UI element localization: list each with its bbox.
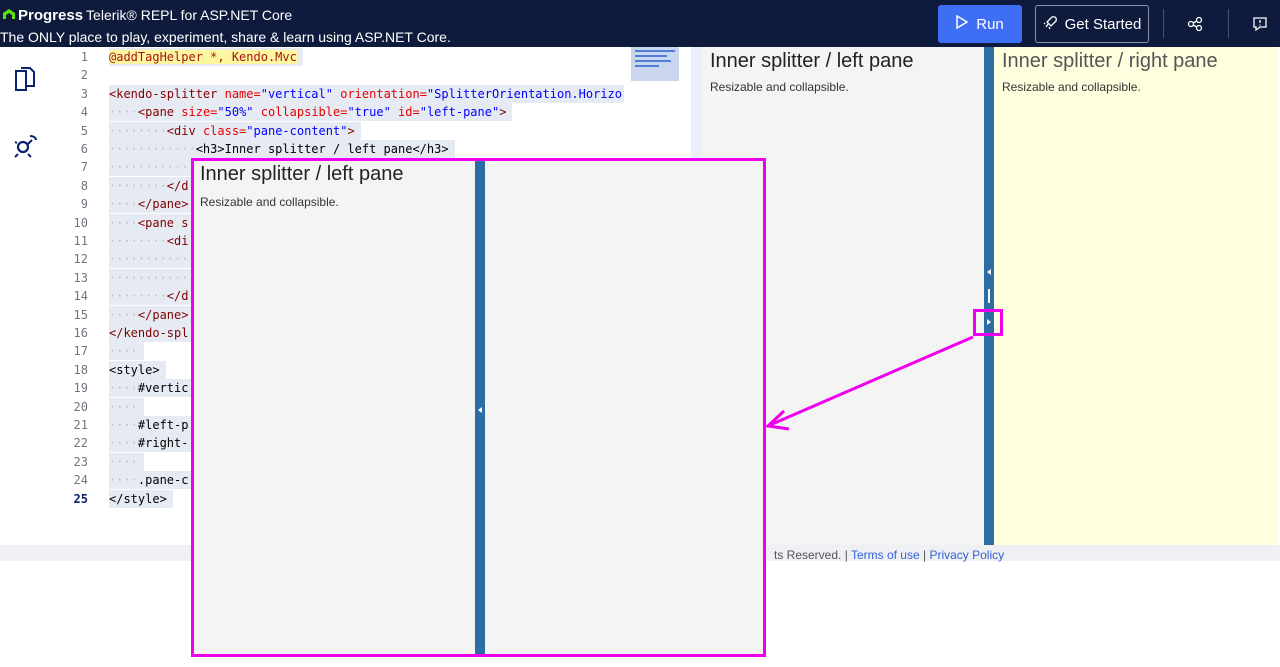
annotation-arrow [764,335,974,431]
